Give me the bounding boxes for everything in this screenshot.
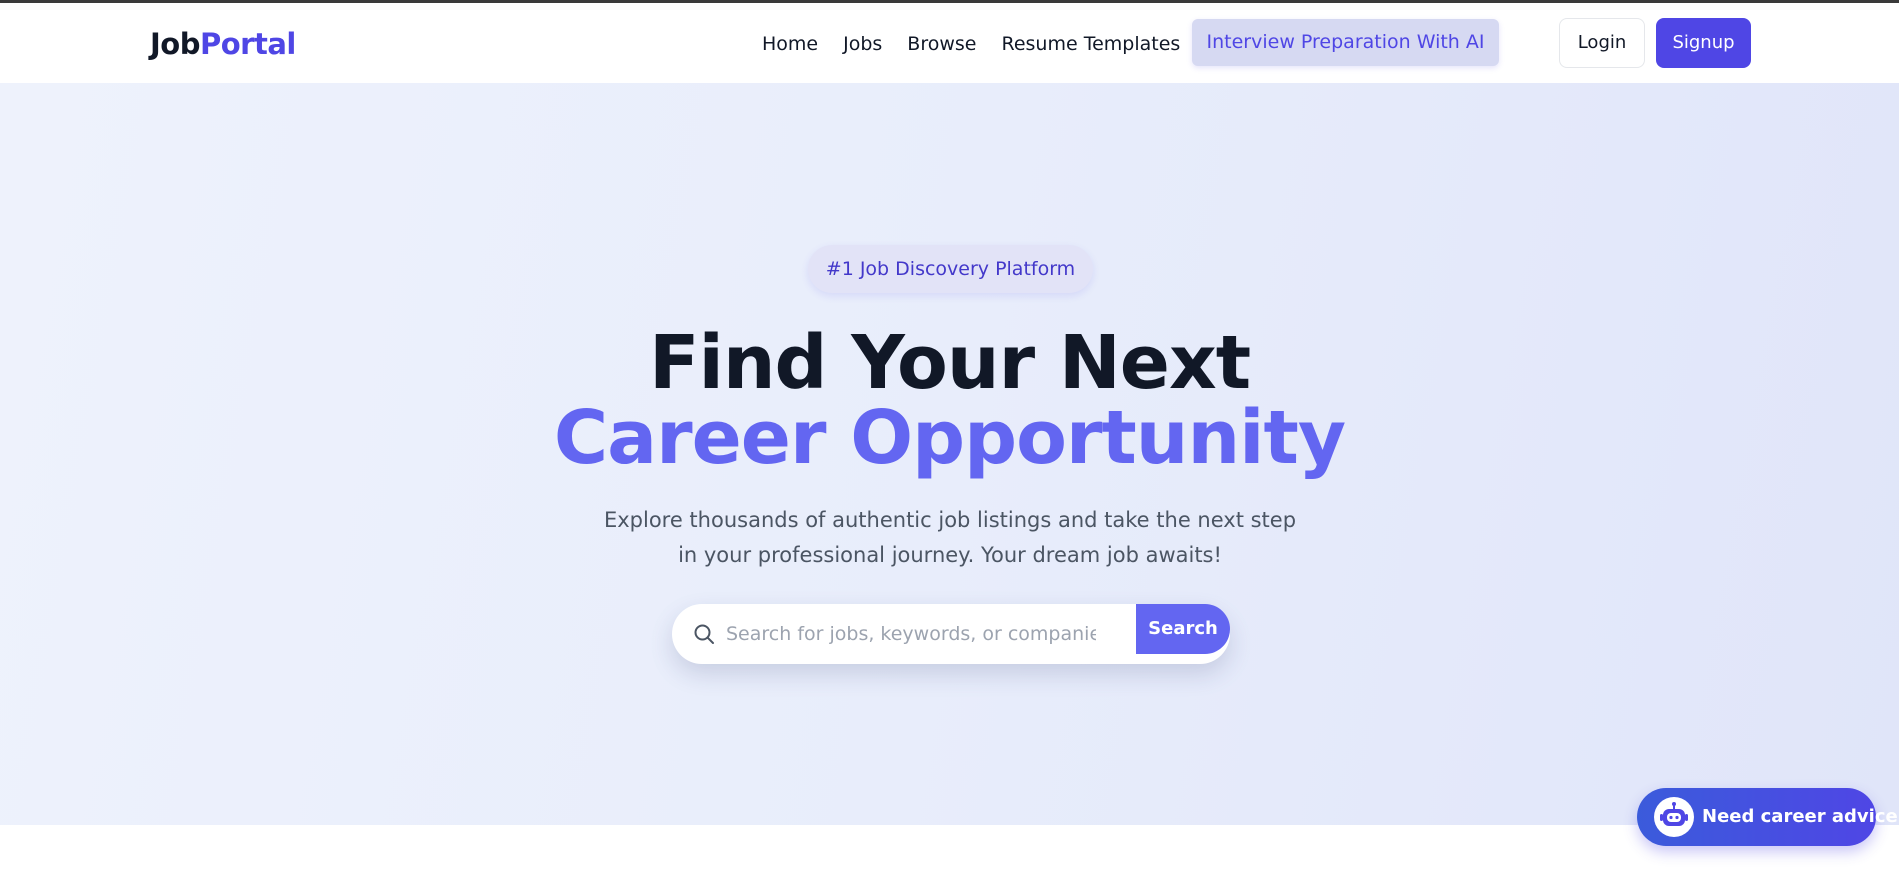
nav-link-resume-templates[interactable]: Resume Templates <box>1001 32 1180 56</box>
nav-links: Home Jobs Browse Resume Templates <box>762 32 1205 56</box>
hero-section: #1 Job Discovery Platform Find Your Next… <box>0 83 1899 825</box>
logo-text-primary: Job <box>150 27 200 61</box>
signup-button[interactable]: Signup <box>1656 18 1751 68</box>
logo[interactable]: JobPortal <box>150 27 296 61</box>
search-button[interactable]: Search <box>1136 604 1230 654</box>
interview-preparation-button[interactable]: Interview Preparation With AI <box>1192 19 1499 66</box>
login-button[interactable]: Login <box>1559 18 1645 68</box>
hero-badge: #1 Job Discovery Platform <box>808 245 1093 293</box>
nav-link-browse[interactable]: Browse <box>907 32 976 56</box>
logo-text-accent: Portal <box>199 27 296 61</box>
nav-link-home[interactable]: Home <box>762 32 818 56</box>
hero-title-line1: Find Your Next <box>648 320 1251 406</box>
search-bar: Search <box>672 604 1230 664</box>
hero-subtitle: Explore thousands of authentic job listi… <box>603 508 1297 567</box>
hero-title-line2: Career Opportunity <box>553 395 1346 481</box>
career-advice-chat-button[interactable]: Need career advice? <box>1637 788 1899 846</box>
search-input[interactable] <box>726 614 1096 654</box>
search-icon <box>692 622 716 646</box>
navbar: JobPortal Home Jobs Browse Resume Templa… <box>0 3 1899 83</box>
nav-link-jobs[interactable]: Jobs <box>843 32 882 56</box>
robot-icon <box>1654 797 1694 837</box>
chat-button-label: Need career advice? <box>1702 806 1899 827</box>
